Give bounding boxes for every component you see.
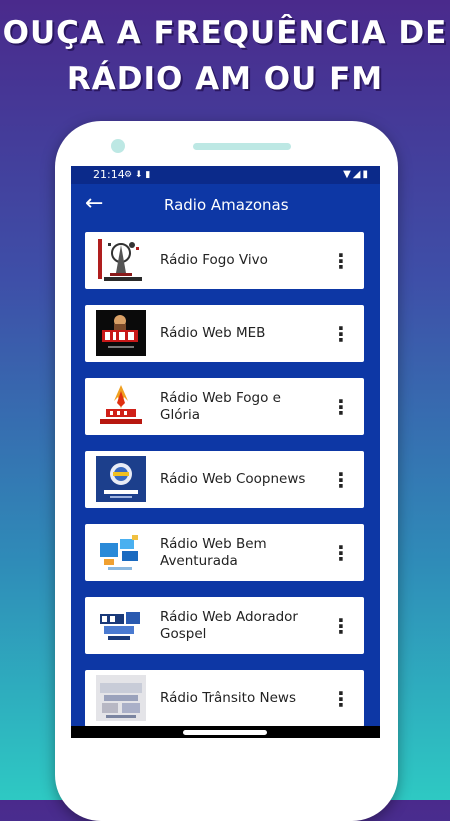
more-vert-icon[interactable]: ⋮ <box>331 540 351 566</box>
system-status-icons: ▼◢▮ <box>343 169 370 180</box>
adorador-gospel-logo <box>96 602 146 648</box>
status-time: 21:14 <box>93 168 125 181</box>
promo-headline-line2: RÁDIO AM OU FM <box>66 61 384 97</box>
station-name: Rádio Web Coopnews <box>160 471 306 487</box>
bem-aventurada-logo <box>96 529 146 575</box>
fogo-vivo-logo <box>96 237 146 283</box>
station-card[interactable]: Rádio Web Coopnews ⋮ <box>85 451 364 508</box>
more-vert-icon[interactable]: ⋮ <box>331 394 351 420</box>
back-arrow-icon[interactable]: ← <box>85 192 103 216</box>
station-card[interactable]: Rádio Trânsito News ⋮ <box>85 670 364 727</box>
station-card[interactable]: Rádio Web Fogo e Glória ⋮ <box>85 378 364 435</box>
app-bar-title: Radio Amazonas <box>164 196 289 214</box>
station-name: Rádio Trânsito News <box>160 690 296 706</box>
phone-frame: 21:14 ⚙ ⬇ ▮ ▼◢▮ ← Radio Amazonas Rádio F… <box>55 121 398 821</box>
station-name: Rádio Fogo Vivo <box>160 252 268 268</box>
station-name: Rádio Web Adorador Gospel <box>160 608 298 642</box>
status-bar: 21:14 ⚙ ⬇ ▮ ▼◢▮ <box>71 166 380 184</box>
station-card[interactable]: Rádio Web MEB ⋮ <box>85 305 364 362</box>
station-name: Rádio Web Bem Aventurada <box>160 535 267 569</box>
station-name: Rádio Web Fogo e Glória <box>160 389 281 423</box>
more-vert-icon[interactable]: ⋮ <box>331 248 351 274</box>
station-card[interactable]: Rádio Web Bem Aventurada ⋮ <box>85 524 364 581</box>
app-bar: ← Radio Amazonas <box>71 184 380 228</box>
phone-screen: 21:14 ⚙ ⬇ ▮ ▼◢▮ ← Radio Amazonas Rádio F… <box>71 166 380 738</box>
promo-headline-line1: OUÇA A FREQUÊNCIA DE <box>2 15 448 51</box>
promo-headline: OUÇA A FREQUÊNCIA DE RÁDIO AM OU FM <box>0 10 450 102</box>
more-vert-icon[interactable]: ⋮ <box>331 467 351 493</box>
station-card[interactable]: Rádio Web Adorador Gospel ⋮ <box>85 597 364 654</box>
transito-news-logo <box>96 675 146 721</box>
notification-icons: ⚙ ⬇ ▮ <box>124 170 151 180</box>
front-camera <box>111 139 125 153</box>
home-indicator[interactable] <box>183 730 267 735</box>
fogo-e-gloria-logo <box>96 383 146 429</box>
more-vert-icon[interactable]: ⋮ <box>331 613 351 639</box>
earpiece-speaker <box>193 143 291 150</box>
station-list: Rádio Fogo Vivo ⋮ Rádio Web MEB ⋮ Rádio … <box>71 228 380 738</box>
coopnews-logo <box>96 456 146 502</box>
meb-logo <box>96 310 146 356</box>
more-vert-icon[interactable]: ⋮ <box>331 686 351 712</box>
station-name: Rádio Web MEB <box>160 325 266 341</box>
more-vert-icon[interactable]: ⋮ <box>331 321 351 347</box>
navigation-bar <box>71 726 380 738</box>
station-card[interactable]: Rádio Fogo Vivo ⋮ <box>85 232 364 289</box>
